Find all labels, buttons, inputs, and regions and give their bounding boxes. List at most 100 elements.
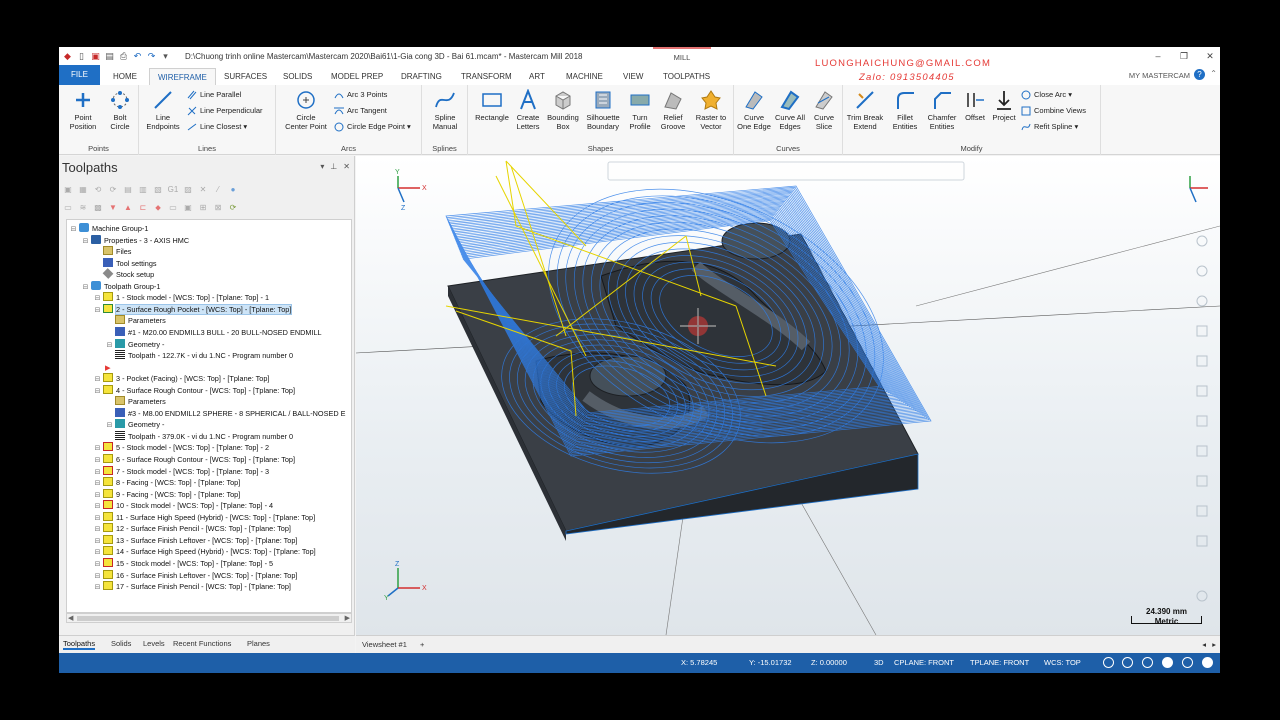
expand-toggle-icon[interactable]: ⊟	[93, 559, 102, 570]
regenerate-dirty-icon[interactable]: ⟳	[107, 184, 119, 195]
expand-toggle-icon[interactable]: ⊟	[93, 501, 102, 512]
tree-node[interactable]: ⊟ 17 - Surface Finish Pencil - [WCS: Top]…	[93, 581, 291, 592]
tree-node[interactable]: ⊟ 15 - Stock model - [WCS: Top] - [Tplane…	[93, 557, 273, 570]
circle-edge-point-button[interactable]: Circle Edge Point ▾	[334, 121, 411, 132]
help-panel-icon[interactable]: ●	[227, 184, 239, 195]
bounding-box-button[interactable]: Bounding Box	[544, 89, 582, 131]
tab-drafting[interactable]: DRAFTING	[393, 68, 450, 85]
simulate-icon[interactable]: ▧	[152, 184, 164, 195]
post-icon[interactable]: G1	[167, 184, 179, 195]
trim-break-extend-button[interactable]: Trim Break Extend	[843, 89, 887, 131]
tree-node[interactable]: ⊟ 16 - Surface Finish Leftover - [WCS: To…	[93, 569, 297, 581]
save-icon[interactable]: ▤	[104, 51, 115, 62]
my-mastercam-link[interactable]: MY MASTERCAM	[1129, 71, 1190, 80]
expand-toggle-icon[interactable]: ⊟	[93, 443, 102, 454]
chamfer-entities-button[interactable]: Chamfer Entities	[923, 89, 961, 131]
regenerate-icon[interactable]: ⟲	[92, 184, 104, 195]
tree-node[interactable]: ⊟ 2 - Surface Rough Pocket - [WCS: Top] -…	[93, 303, 293, 315]
single-op-icon[interactable]: ▭	[167, 202, 179, 213]
tree-node[interactable]: ⊟ Properties - 3 - AXIS HMC	[81, 234, 189, 247]
wire-icon[interactable]	[1182, 657, 1193, 668]
tab-model-prep[interactable]: MODEL PREP	[323, 68, 391, 85]
tab-art[interactable]: ART	[521, 68, 553, 85]
tree-node[interactable]: #3 - M8.00 ENDMILL2 SPHERE - 8 SPHERICAL…	[105, 407, 346, 419]
tree-node[interactable]: ⊟ 9 - Facing - [WCS: Top] - [Tplane: Top]	[93, 488, 240, 500]
scroll-to-icon[interactable]: ⬥	[152, 202, 164, 213]
select-dirty-icon[interactable]: ▦	[77, 184, 89, 195]
new-file-icon[interactable]: ▯	[76, 51, 87, 62]
translucency-icon[interactable]	[1202, 657, 1213, 668]
tree-node[interactable]: Files	[93, 246, 131, 257]
expand-toggle-icon[interactable]: ⊟	[81, 236, 90, 247]
curve-one-edge-button[interactable]: Curve One Edge	[734, 89, 774, 131]
create-letters-button[interactable]: Create Letters	[512, 89, 544, 131]
project-button[interactable]: Project	[989, 89, 1019, 122]
mode-3d[interactable]: 3D	[874, 658, 884, 667]
close-arc-button[interactable]: Close Arc ▾	[1021, 89, 1072, 100]
graphics-viewport[interactable]: Y X Z Z X Y 24.390 mm Metric	[356, 156, 1220, 635]
select-all-icon[interactable]: ▣	[62, 184, 74, 195]
help-icon[interactable]: ?	[1194, 69, 1205, 80]
tree-node[interactable]: ⊟ 10 - Stock model - [WCS: Top] - [Tplane…	[93, 500, 273, 511]
tab-toolpaths[interactable]: TOOLPATHS	[655, 68, 718, 85]
render-icon[interactable]	[1162, 657, 1173, 668]
grid-icon[interactable]	[1122, 657, 1133, 668]
toggle-icon[interactable]: ⁄	[212, 184, 224, 195]
expand-icon[interactable]: ⊞	[197, 202, 209, 213]
dropdown-icon[interactable]: ▾	[1066, 90, 1072, 99]
dropdown-icon[interactable]: ▾	[405, 122, 411, 131]
tab-solids-panel[interactable]: Solids	[111, 639, 131, 648]
open-file-icon[interactable]: ▣	[90, 51, 101, 62]
insert-arrow-icon[interactable]: ⊏	[137, 202, 149, 213]
delete-icon[interactable]: ✕	[197, 184, 209, 195]
viewsheet-tab[interactable]: Viewsheet #1	[362, 640, 407, 649]
restore-icon[interactable]: ❐	[1178, 51, 1190, 62]
highfeed-icon[interactable]: ▨	[182, 184, 194, 195]
turn-profile-button[interactable]: Turn Profile	[624, 89, 656, 131]
expand-toggle-icon[interactable]: ⊟	[93, 478, 102, 489]
tab-view[interactable]: VIEW	[615, 68, 651, 85]
expand-toggle-icon[interactable]: ⊟	[93, 467, 102, 478]
customize-qat-icon[interactable]: ▾	[160, 51, 171, 62]
tab-solids[interactable]: SOLIDS	[275, 68, 320, 85]
add-viewsheet-icon[interactable]: +	[420, 640, 424, 649]
bolt-circle-button[interactable]: Bolt Circle	[103, 89, 137, 131]
line-closest-button[interactable]: Line Closest ▾	[187, 121, 247, 132]
expand-toggle-icon[interactable]: ⊟	[105, 420, 114, 431]
tree-node[interactable]: Parameters	[105, 315, 166, 326]
post-toggle-icon[interactable]: ▩	[92, 202, 104, 213]
dropdown-icon[interactable]: ▾	[241, 122, 247, 131]
tree-horizontal-scrollbar[interactable]: ◀ ▶	[66, 613, 352, 623]
tree-node[interactable]: ⊟ 4 - Surface Rough Contour - [WCS: Top] …	[93, 384, 295, 397]
viewsheet-scroll-left-icon[interactable]: ◂	[1202, 640, 1206, 649]
insert-arrow-icon[interactable]: ▶	[105, 362, 111, 373]
tree-node[interactable]: ⊟ 13 - Surface Finish Leftover - [WCS: To…	[93, 534, 297, 547]
move-up-icon[interactable]: ▲	[122, 202, 134, 213]
tab-wireframe[interactable]: WIREFRAME	[149, 68, 216, 85]
panel-close-icon[interactable]: ✕	[343, 162, 350, 171]
group-op-icon[interactable]: ▣	[182, 202, 194, 213]
expand-toggle-icon[interactable]: ⊟	[93, 374, 102, 385]
circle-center-point-button[interactable]: Circle Center Point	[280, 89, 332, 131]
minimize-icon[interactable]: –	[1152, 51, 1164, 61]
line-endpoints-button[interactable]: Line Endpoints	[143, 89, 183, 131]
tree-node[interactable]: ⊟ 14 - Surface High Speed (Hybrid) - [WCS…	[93, 546, 316, 557]
close-icon[interactable]: ✕	[1204, 51, 1216, 62]
filter-icon[interactable]: ⊠	[212, 202, 224, 213]
tree-node[interactable]: ⊟ 3 - Pocket (Facing) - [WCS: Top] - [Tpl…	[93, 373, 269, 384]
tab-file[interactable]: FILE	[59, 65, 100, 85]
tree-node[interactable]: ⊟ 6 - Surface Rough Contour - [WCS: Top] …	[93, 454, 295, 465]
verify-icon[interactable]: ▥	[137, 184, 149, 195]
tree-node[interactable]: ⊟ 8 - Facing - [WCS: Top] - [Tplane: Top]	[93, 477, 240, 488]
expand-toggle-icon[interactable]: ⊟	[93, 455, 102, 466]
expand-toggle-icon[interactable]: ⊟	[93, 293, 102, 304]
expand-toggle-icon[interactable]: ⊟	[93, 536, 102, 547]
expand-toggle-icon[interactable]: ⊟	[93, 513, 102, 524]
tree-node[interactable]: ⊟ Geometry -	[105, 419, 165, 430]
expand-toggle-icon[interactable]: ⊟	[93, 386, 102, 397]
scroll-left-icon[interactable]: ◀	[68, 614, 73, 622]
tree-node[interactable]: ⊟ 1 - Stock model - [WCS: Top] - [Tplane:…	[93, 292, 269, 303]
offset-button[interactable]: Offset	[961, 89, 989, 122]
scrollbar-thumb[interactable]	[77, 616, 339, 621]
tree-node[interactable]: ⊟ Toolpath Group-1	[81, 280, 160, 292]
